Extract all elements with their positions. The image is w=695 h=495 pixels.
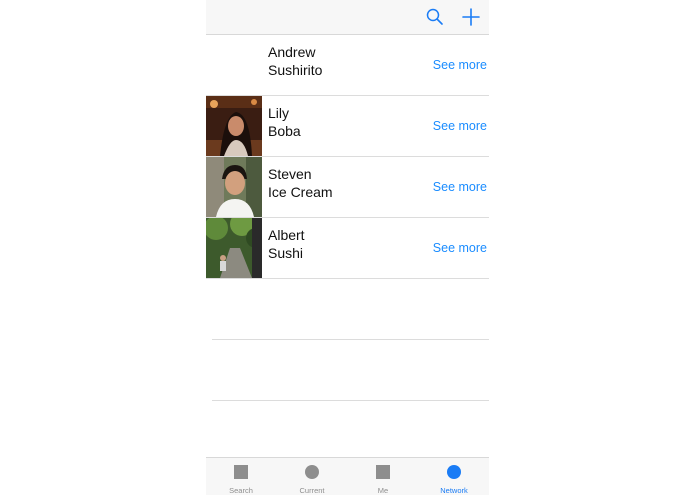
see-more-link[interactable]: See more <box>433 240 487 256</box>
tab-search[interactable]: Search <box>206 458 276 495</box>
circle-icon <box>447 465 461 479</box>
contact-photo <box>206 96 262 156</box>
app-screen: Andrew Sushirito See more Lily Boba See … <box>206 0 489 495</box>
contact-row-steven[interactable]: Steven Ice Cream See more <box>206 157 489 218</box>
contact-photo <box>206 218 262 278</box>
see-more-link[interactable]: See more <box>433 118 487 134</box>
contact-name: Lily <box>268 105 290 121</box>
contact-photo <box>206 157 262 217</box>
row-divider <box>212 400 489 401</box>
see-more-link[interactable]: See more <box>433 179 487 195</box>
empty-row <box>206 340 489 401</box>
contact-favorite-food: Sushirito <box>268 62 323 78</box>
circle-icon <box>305 465 319 479</box>
tab-current[interactable]: Current <box>277 458 347 495</box>
contact-name: Andrew <box>268 44 316 60</box>
navigation-bar <box>206 0 489 35</box>
tab-network[interactable]: Network <box>419 458 489 495</box>
contact-name: Steven <box>268 166 312 182</box>
contact-row-andrew[interactable]: Andrew Sushirito See more <box>206 35 489 96</box>
contact-favorite-food: Sushi <box>268 245 304 261</box>
tab-me[interactable]: Me <box>348 458 418 495</box>
contact-favorite-food: Boba <box>268 123 301 139</box>
contact-list: Andrew Sushirito See more Lily Boba See … <box>206 35 489 401</box>
contact-favorite-food: Ice Cream <box>268 184 333 200</box>
see-more-link[interactable]: See more <box>433 57 487 73</box>
contact-row-albert[interactable]: Albert Sushi See more <box>206 218 489 279</box>
tab-bar: Search Current Me Network <box>206 457 489 495</box>
empty-row <box>206 279 489 340</box>
search-icon[interactable] <box>424 6 446 28</box>
square-icon <box>376 465 390 479</box>
square-icon <box>234 465 248 479</box>
plus-icon[interactable] <box>460 6 482 28</box>
contact-row-lily[interactable]: Lily Boba See more <box>206 96 489 157</box>
contact-name: Albert <box>268 227 305 243</box>
